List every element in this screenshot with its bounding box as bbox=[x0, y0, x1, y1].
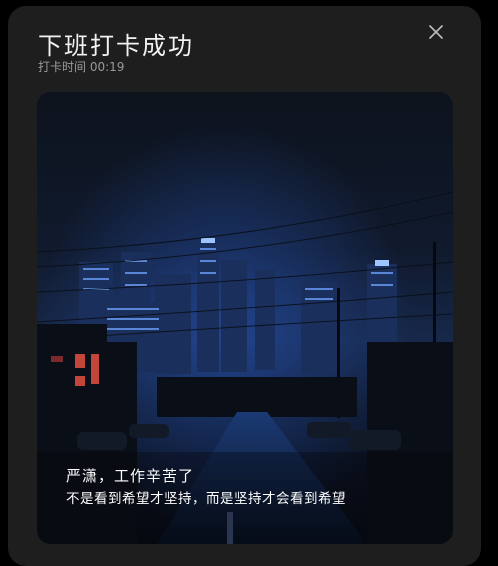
clock-out-dialog: 下班打卡成功 打卡时间 00:19 严潇，工作辛苦了 不是看到希望才坚持，而是坚… bbox=[8, 6, 481, 566]
clock-time-label: 打卡时间 00:19 bbox=[38, 60, 125, 74]
greeting-text: 严潇，工作辛苦了 bbox=[66, 467, 195, 485]
dialog-title: 下班打卡成功 bbox=[38, 32, 194, 60]
motivation-card: 严潇，工作辛苦了 不是看到希望才坚持，而是坚持才会看到希望 bbox=[37, 92, 453, 544]
motivational-quote: 不是看到希望才坚持，而是坚持才会看到希望 bbox=[66, 491, 346, 507]
close-icon[interactable] bbox=[426, 22, 446, 42]
